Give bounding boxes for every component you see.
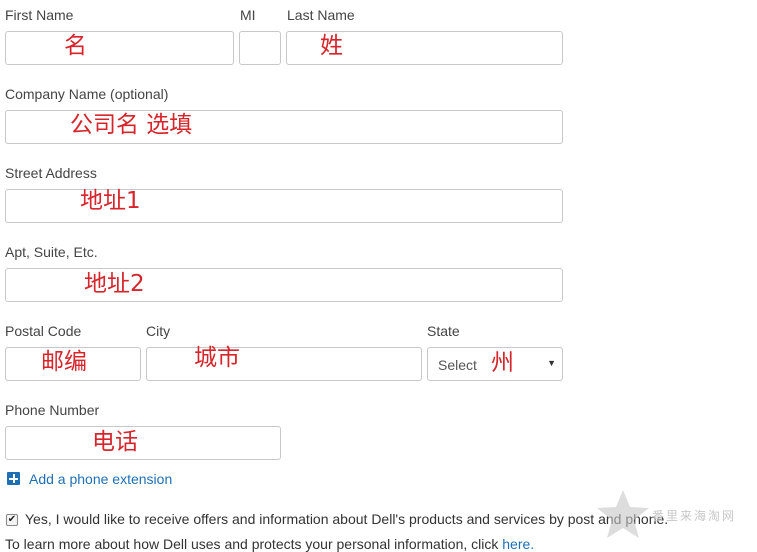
company-name-value: 公司名 选填: [70, 112, 193, 138]
apt-suite-value: 地址2: [84, 271, 145, 297]
state-select-value: Select: [438, 357, 477, 373]
apt-suite-label: Apt, Suite, Etc.: [5, 244, 98, 260]
postal-code-value: 邮编: [41, 349, 87, 375]
first-name-input[interactable]: 名: [5, 31, 234, 65]
street-address-input[interactable]: 地址1: [5, 188, 563, 223]
plus-icon[interactable]: [7, 472, 20, 485]
chevron-down-icon: ▼: [547, 358, 556, 368]
first-name-value: 名: [64, 33, 87, 59]
street-address-label: Street Address: [5, 165, 97, 181]
city-value: 城市: [194, 345, 240, 371]
mi-label: MI: [240, 7, 256, 23]
company-name-label: Company Name (optional): [5, 86, 169, 102]
first-name-label: First Name: [5, 7, 74, 23]
street-address-value: 地址1: [80, 188, 141, 214]
phone-number-label: Phone Number: [5, 402, 100, 418]
mi-input[interactable]: [239, 31, 281, 65]
postal-code-input[interactable]: 邮编: [5, 347, 141, 381]
consent-checkbox[interactable]: ✔: [6, 514, 18, 526]
privacy-text: To learn more about how Dell uses and pr…: [5, 536, 534, 552]
last-name-label: Last Name: [287, 7, 355, 23]
last-name-input[interactable]: 姓: [286, 31, 563, 65]
state-select[interactable]: Select 州 ▼: [427, 347, 563, 381]
add-phone-extension-link[interactable]: Add a phone extension: [29, 471, 172, 487]
state-label: State: [427, 323, 460, 339]
state-annotation: 州: [491, 350, 514, 376]
privacy-text-body: To learn more about how Dell uses and pr…: [5, 536, 503, 552]
company-name-input[interactable]: 公司名 选填: [5, 110, 563, 144]
last-name-value: 姓: [320, 33, 343, 59]
city-label: City: [146, 323, 171, 339]
city-input[interactable]: 城市: [146, 345, 422, 381]
phone-number-input[interactable]: 电话: [5, 426, 281, 460]
star-watermark-icon: [597, 490, 649, 538]
postal-code-label: Postal Code: [5, 323, 82, 339]
privacy-here-link[interactable]: here.: [502, 536, 534, 552]
phone-number-value: 电话: [92, 429, 138, 455]
consent-text: Yes, I would like to receive offers and …: [25, 511, 669, 527]
watermark-text: 番里来海淘网: [652, 509, 737, 523]
apt-suite-input[interactable]: 地址2: [5, 268, 563, 302]
